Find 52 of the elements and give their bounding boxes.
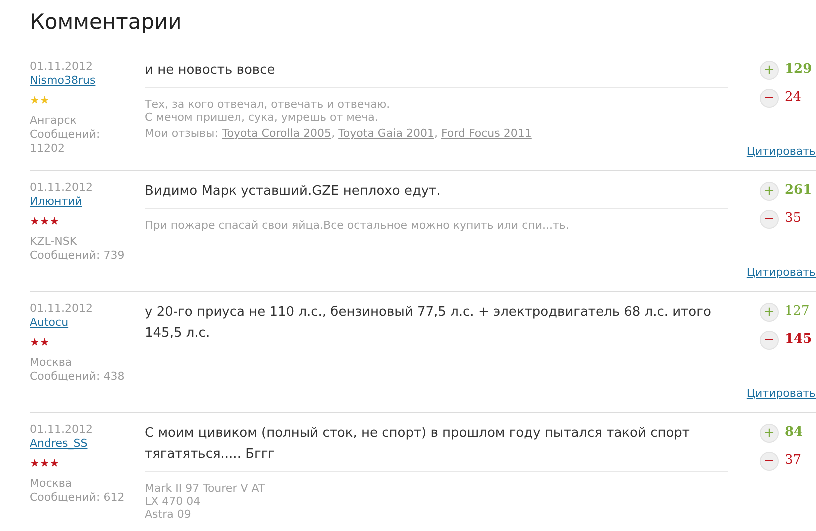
review-link[interactable]: Toyota Corolla 2005 [222,127,332,140]
rank-stars: ★★★ [30,215,60,229]
downvote-count: 37 [785,452,802,470]
section-title: Комментарии [30,9,183,36]
downvote-button[interactable]: − [760,452,779,470]
upvote-count: 129 [785,61,812,80]
comment-text: С моим цивиком (полный сток, не спорт) в прошлом году пытался такой спорт тягатяться..... Бггг [145,425,691,464]
quote-link[interactable]: Цитировать [746,264,816,281]
post-count: Сообщений: 739 [30,249,125,263]
comment-text: Видимо Марк уставший.GZE неплохо едут. [145,183,442,201]
downvote-count: 24 [785,89,802,108]
signature-line: С мечом пришел, сука, умрешь от меча. [145,111,380,124]
signature-line: Тех, за кого отвечал, отвечать и отвечаю. [145,98,392,111]
downvote-count: 35 [785,210,802,228]
signature-line: Astra 09 [145,508,192,521]
post-count: Сообщений: 438 [30,370,125,384]
author-link[interactable]: Andres_SS [30,437,88,451]
upvote-count: 84 [785,424,804,442]
rank-stars: ★★★ [30,457,60,471]
downvote-button[interactable]: − [760,88,779,108]
comment-date: 01.11.2012 [30,181,94,195]
downvote-button[interactable]: − [760,330,779,350]
downvote-button[interactable]: − [760,210,779,228]
quote-link[interactable]: Цитировать [746,144,816,160]
rank-stars: ★★ [30,336,50,350]
author-link[interactable]: Autocu [30,316,69,330]
rank-stars: ★★ [30,94,50,108]
separator: , [434,127,439,140]
signature-line: Mark II 97 Tourer V AT [145,482,266,495]
signature-line: LX 470 04 [145,495,202,508]
comment-text: у 20-го приуса не 110 л.с., бензиновый 77,5 л.с. + электродвигатель 68 л.с. итого 145,5 л.с. [145,304,712,343]
upvote-count: 261 [785,182,812,200]
author-link[interactable]: Илюнтий [30,195,82,209]
post-count: Сообщений: 612 [30,491,125,505]
review-link[interactable]: Toyota Gaia 2001 [338,127,434,140]
upvote-count: 127 [785,303,810,322]
separator: , [332,127,336,140]
quote-link[interactable]: Цитировать [746,386,816,402]
downvote-count: 145 [785,331,812,350]
comment-date: 01.11.2012 [30,302,94,316]
author-link[interactable]: Nismo38rus [30,74,96,88]
author-city: Москва [30,477,74,491]
reviews-label: Мои отзывы: [145,127,218,140]
post-count: Сообщений: 11202 [30,128,102,156]
author-city: Москва [30,356,74,370]
author-city: KZL-NSK [30,235,78,249]
comment-date: 01.11.2012 [30,60,94,74]
comment-date: 01.11.2012 [30,423,94,437]
comment-text: и не новость вовсе [145,62,276,80]
author-city: Ангарск [30,114,78,128]
signature-line: При пожаре спасай свои яйца.Все остальное можно купить или спи...ть. [145,219,570,232]
review-link[interactable]: Ford Focus 2011 [442,127,532,140]
